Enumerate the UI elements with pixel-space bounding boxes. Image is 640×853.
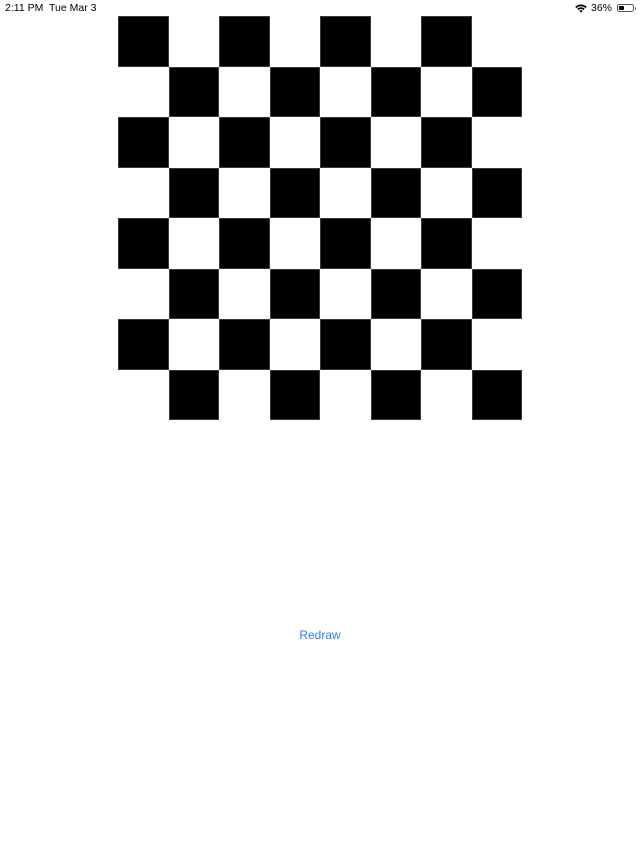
light-square <box>320 66 371 117</box>
dark-square <box>421 218 472 269</box>
dark-square <box>320 319 371 370</box>
dark-square <box>118 16 169 67</box>
dark-square <box>421 117 472 168</box>
dark-square <box>118 319 169 370</box>
light-square <box>118 268 169 319</box>
light-square <box>118 66 169 117</box>
light-square <box>168 117 219 168</box>
light-square <box>320 167 371 218</box>
dark-square <box>421 16 472 67</box>
dark-square <box>219 117 270 168</box>
status-indicators: 36% <box>575 2 636 14</box>
light-square <box>471 319 522 370</box>
dark-square <box>219 319 270 370</box>
dark-square <box>118 117 169 168</box>
light-square <box>219 369 270 420</box>
checkerboard <box>118 16 522 420</box>
dark-square <box>168 369 219 420</box>
dark-square <box>168 66 219 117</box>
light-square <box>269 218 320 269</box>
redraw-button[interactable]: Redraw <box>270 625 370 645</box>
dark-square <box>219 16 270 67</box>
light-square <box>269 319 320 370</box>
dark-square <box>471 369 522 420</box>
dark-square <box>168 167 219 218</box>
light-square <box>219 167 270 218</box>
light-square <box>471 117 522 168</box>
status-bar: 2:11 PM Tue Mar 3 36% <box>0 0 640 16</box>
light-square <box>471 16 522 67</box>
light-square <box>219 66 270 117</box>
dark-square <box>269 66 320 117</box>
dark-square <box>118 218 169 269</box>
light-square <box>118 167 169 218</box>
dark-square <box>370 167 421 218</box>
dark-square <box>471 167 522 218</box>
light-square <box>168 319 219 370</box>
dark-square <box>370 66 421 117</box>
status-time: 2:11 PM <box>5 2 44 14</box>
light-square <box>269 117 320 168</box>
status-date: Tue Mar 3 <box>49 2 97 14</box>
dark-square <box>269 268 320 319</box>
light-square <box>320 268 371 319</box>
light-square <box>168 16 219 67</box>
light-square <box>168 218 219 269</box>
dark-square <box>370 268 421 319</box>
light-square <box>370 218 421 269</box>
light-square <box>320 369 371 420</box>
light-square <box>219 268 270 319</box>
light-square <box>370 319 421 370</box>
light-square <box>269 16 320 67</box>
battery-percent: 36% <box>590 2 612 14</box>
dark-square <box>471 268 522 319</box>
light-square <box>471 218 522 269</box>
light-square <box>421 66 472 117</box>
dark-square <box>269 369 320 420</box>
dark-square <box>320 16 371 67</box>
dark-square <box>320 117 371 168</box>
light-square <box>370 16 421 67</box>
light-square <box>421 369 472 420</box>
battery-level-fill <box>619 6 624 10</box>
dark-square <box>471 66 522 117</box>
light-square <box>370 117 421 168</box>
light-square <box>118 369 169 420</box>
dark-square <box>421 319 472 370</box>
battery-cap <box>634 7 636 10</box>
battery-icon <box>617 4 636 12</box>
dark-square <box>219 218 270 269</box>
wifi-icon <box>575 3 587 13</box>
dark-square <box>370 369 421 420</box>
dark-square <box>269 167 320 218</box>
dark-square <box>320 218 371 269</box>
dark-square <box>168 268 219 319</box>
light-square <box>421 167 472 218</box>
light-square <box>421 268 472 319</box>
